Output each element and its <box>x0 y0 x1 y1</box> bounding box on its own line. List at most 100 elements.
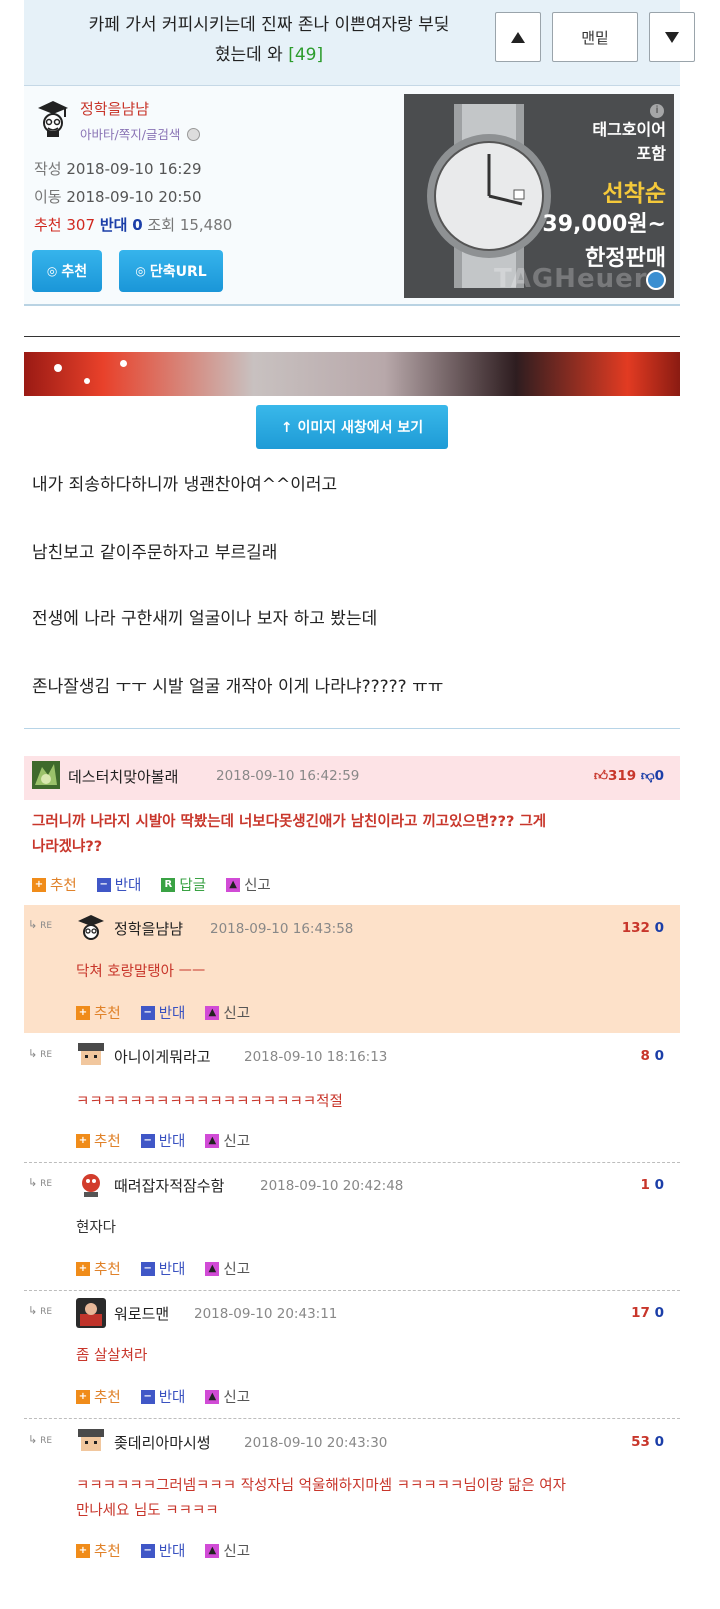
minus-icon: − <box>140 1389 155 1404</box>
reply-label: 답글 <box>179 878 207 894</box>
circle-icon: ◎ <box>46 264 58 278</box>
author-name[interactable]: 정학을냠냠 <box>80 98 149 119</box>
scroll-bottom-button[interactable]: 맨밑 <box>552 12 638 62</box>
reply-avatar-icon[interactable] <box>76 1041 106 1071</box>
reply-avatar-icon[interactable] <box>76 1170 106 1200</box>
replier-name[interactable]: 좆데리아마시썽 <box>114 1432 211 1453</box>
reply-separator <box>24 1162 680 1163</box>
reply-oppose-button[interactable]: − 반대 <box>140 1386 185 1407</box>
watch-image <box>427 104 551 288</box>
author-links-text[interactable]: 아바타/쪽지/글검색 <box>80 127 180 142</box>
recommend-label: 추천 <box>94 1544 121 1560</box>
comment-oppose-button[interactable]: − 반대 <box>96 874 141 895</box>
views-label: 조회 <box>147 216 176 234</box>
replier-name[interactable]: 정학을냠냠 <box>114 918 183 939</box>
commenter-avatar-icon[interactable] <box>32 761 60 789</box>
reply-separator <box>24 1418 680 1419</box>
reply-arrow-icon: ↳ <box>28 1047 38 1060</box>
reply-recommend-button[interactable]: + 추천 <box>76 1540 121 1561</box>
oppose-label: 반대 <box>158 1134 186 1150</box>
comment-reply-button[interactable]: R 답글 <box>161 874 206 895</box>
reply-icon: R <box>161 877 176 892</box>
ad-corner-icon <box>646 270 666 290</box>
opp-value: 0 <box>132 216 143 234</box>
reply-report-button[interactable]: ▲ 신고 <box>205 1130 250 1151</box>
reply-votes: 132 0 <box>622 920 664 936</box>
replier-name[interactable]: 아니이게뭐라고 <box>114 1046 211 1067</box>
reply-report-button[interactable]: ▲ 신고 <box>205 1386 250 1407</box>
plus-icon: + <box>76 1005 90 1020</box>
reply-text: ㅋㅋㅋㅋㅋㅋ그러넴ㅋㅋㅋ 작성자님 억울해하지마셈 ㅋㅋㅋㅋㅋ님이랑 닮은 여자… <box>76 1474 676 1524</box>
move-label: 이동 <box>34 188 62 206</box>
divider <box>24 336 680 337</box>
reply-avatar-icon[interactable] <box>76 1298 106 1328</box>
alert-icon: ▲ <box>226 877 241 892</box>
alert-icon: ▲ <box>205 1543 220 1558</box>
reply-report-button[interactable]: ▲ 신고 <box>205 1258 250 1279</box>
short-url-button-label: 단축URL <box>149 264 207 280</box>
ad-banner[interactable]: i 태그호이어 포함 선착순 39,000원~ 한정판매 TAGHeuer <box>404 94 674 298</box>
reply-recommend-button[interactable]: + 추천 <box>76 1258 121 1279</box>
reply-date: 2018-09-10 20:43:30 <box>244 1435 388 1451</box>
recommend-label: 추천 <box>94 1134 121 1150</box>
reply-separator <box>24 1290 680 1291</box>
reply-recommend-button[interactable]: + 추천 <box>76 1386 121 1407</box>
recommend-label: 추천 <box>94 1262 121 1278</box>
reply-avatar-icon[interactable] <box>76 913 106 943</box>
plus-icon: + <box>76 1389 90 1404</box>
reply-oppose-button[interactable]: − 반대 <box>140 1258 185 1279</box>
author-avatar-icon[interactable] <box>36 98 70 138</box>
reply-oppose-button[interactable]: − 반대 <box>140 1540 185 1561</box>
minus-icon: − <box>140 1261 155 1276</box>
move-date: 2018-09-10 20:50 <box>66 188 202 206</box>
title-bar: 카페 가서 커피시키는데 진짜 존나 이쁜여자랑 부딪 혔는데 와 [49] 맨… <box>24 0 695 86</box>
vote-down-count: 0 <box>654 1305 664 1321</box>
commenter-name[interactable]: 데스터치맞아볼래 <box>68 766 178 787</box>
author-links[interactable]: 아바타/쪽지/글검색 <box>80 124 201 143</box>
scroll-down-button[interactable] <box>649 12 695 62</box>
short-url-button[interactable]: ◎ 단축URL <box>119 250 223 292</box>
reply-date: 2018-09-10 20:43:11 <box>194 1306 338 1322</box>
vote-down-count: 0 <box>654 768 664 784</box>
ad-line1: 태그호이어 <box>592 120 666 139</box>
reply-report-button[interactable]: ▲ 신고 <box>205 1002 250 1023</box>
scroll-up-button[interactable] <box>495 12 541 62</box>
plus-icon: + <box>32 877 46 892</box>
vote-up-count: 132 <box>621 920 650 936</box>
vote-down-count: 0 <box>654 920 664 936</box>
recommend-label: 추천 <box>94 1006 121 1022</box>
report-label: 신고 <box>223 1006 251 1022</box>
report-label: 신고 <box>223 1544 251 1560</box>
reply-arrow-icon: ↳ <box>28 1176 38 1189</box>
reply-avatar-icon[interactable] <box>76 1427 106 1457</box>
re-label: RE <box>40 921 53 931</box>
reply-actions: + 추천 − 반대 ▲ 신고 <box>76 1130 250 1151</box>
reply-actions: + 추천 − 반대 ▲ 신고 <box>76 1386 250 1407</box>
thumbs-up-icon[interactable]: 👍︎ <box>594 768 608 784</box>
image-dot <box>84 378 90 384</box>
comment-recommend-button[interactable]: + 추천 <box>32 874 77 895</box>
post-body-line: 존나잘생김 ㅜㅜ 시발 얼굴 개작아 이게 나라냐????? ㅠㅠ <box>32 677 444 697</box>
recommend-button[interactable]: ◎ 추천 <box>32 250 102 292</box>
ad-line2: 포함 <box>636 144 666 163</box>
reply-oppose-button[interactable]: − 반대 <box>140 1130 186 1151</box>
thumbs-down-icon[interactable]: 👎︎ <box>641 768 655 784</box>
view-image-new-window-button[interactable]: ↑ 이미지 새창에서 보기 <box>256 405 448 449</box>
reply-text: 닥쳐 호랑말탱아 ㅡㅡ <box>76 964 206 980</box>
replier-name[interactable]: 워로드맨 <box>114 1303 169 1324</box>
reply-report-button[interactable]: ▲ 신고 <box>205 1540 250 1561</box>
comment-count[interactable]: [49] <box>288 45 323 65</box>
comment-text-line1: 그러니까 나라지 시발아 딱봤는데 너보다못생긴애가 남친이라고 끼고있으면??… <box>32 814 547 830</box>
replier-name[interactable]: 때려잡자적잠수함 <box>114 1175 224 1196</box>
reply-marker: ↳ RE <box>28 1176 52 1189</box>
reply-recommend-button[interactable]: + 추천 <box>76 1130 121 1151</box>
recommend-label: 추천 <box>94 1390 121 1406</box>
comment-report-button[interactable]: ▲ 신고 <box>226 874 271 895</box>
reply-date: 2018-09-10 20:42:48 <box>260 1178 404 1194</box>
reply-recommend-button[interactable]: + 추천 <box>76 1002 121 1023</box>
vote-up-count: 319 <box>608 768 637 784</box>
alert-icon: ▲ <box>205 1005 220 1020</box>
minus-icon: − <box>96 877 111 892</box>
post-image[interactable] <box>24 352 680 396</box>
reply-oppose-button[interactable]: − 반대 <box>140 1002 185 1023</box>
